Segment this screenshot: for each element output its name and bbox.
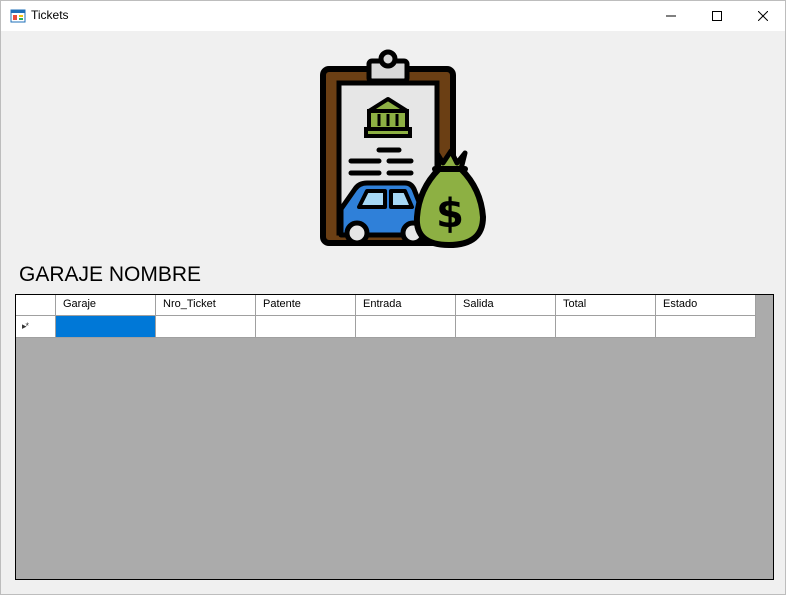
col-header-nro-ticket[interactable]: Nro_Ticket (156, 295, 256, 316)
col-header-entrada[interactable]: Entrada (356, 295, 456, 316)
cell-patente[interactable] (256, 316, 356, 338)
app-icon[interactable] (10, 8, 26, 24)
parking-ticket-money-icon: $ (319, 49, 491, 249)
col-header-estado[interactable]: Estado (656, 295, 756, 316)
cell-estado[interactable] (656, 316, 756, 338)
grid-header-row: Garaje Nro_Ticket Patente Entrada Salida… (16, 295, 756, 316)
col-header-salida[interactable]: Salida (456, 295, 556, 316)
maximize-button[interactable] (694, 1, 740, 31)
svg-text:$: $ (436, 191, 464, 237)
minimize-button[interactable] (648, 1, 694, 31)
garage-name-heading: GARAJE NOMBRE (19, 263, 202, 286)
new-row-marker[interactable]: ▸* (16, 316, 56, 338)
close-icon (758, 11, 768, 21)
cell-entrada[interactable] (356, 316, 456, 338)
tickets-window: Tickets $ GARAJE NOMBRE Garaje Nro_Ticke… (0, 0, 786, 595)
cell-salida[interactable] (456, 316, 556, 338)
col-header-total[interactable]: Total (556, 295, 656, 316)
grid-corner-cell[interactable] (16, 295, 56, 316)
minimize-icon (666, 15, 676, 17)
close-button[interactable] (740, 1, 786, 31)
maximize-icon (712, 11, 722, 21)
cell-total[interactable] (556, 316, 656, 338)
cell-garaje[interactable] (56, 316, 156, 338)
cell-nro-ticket[interactable] (156, 316, 256, 338)
col-header-garaje[interactable]: Garaje (56, 295, 156, 316)
table-row[interactable]: ▸* (16, 316, 756, 338)
tickets-grid[interactable]: Garaje Nro_Ticket Patente Entrada Salida… (15, 294, 774, 580)
title-bar[interactable]: Tickets (1, 1, 785, 31)
window-title: Tickets (31, 8, 69, 22)
col-header-patente[interactable]: Patente (256, 295, 356, 316)
